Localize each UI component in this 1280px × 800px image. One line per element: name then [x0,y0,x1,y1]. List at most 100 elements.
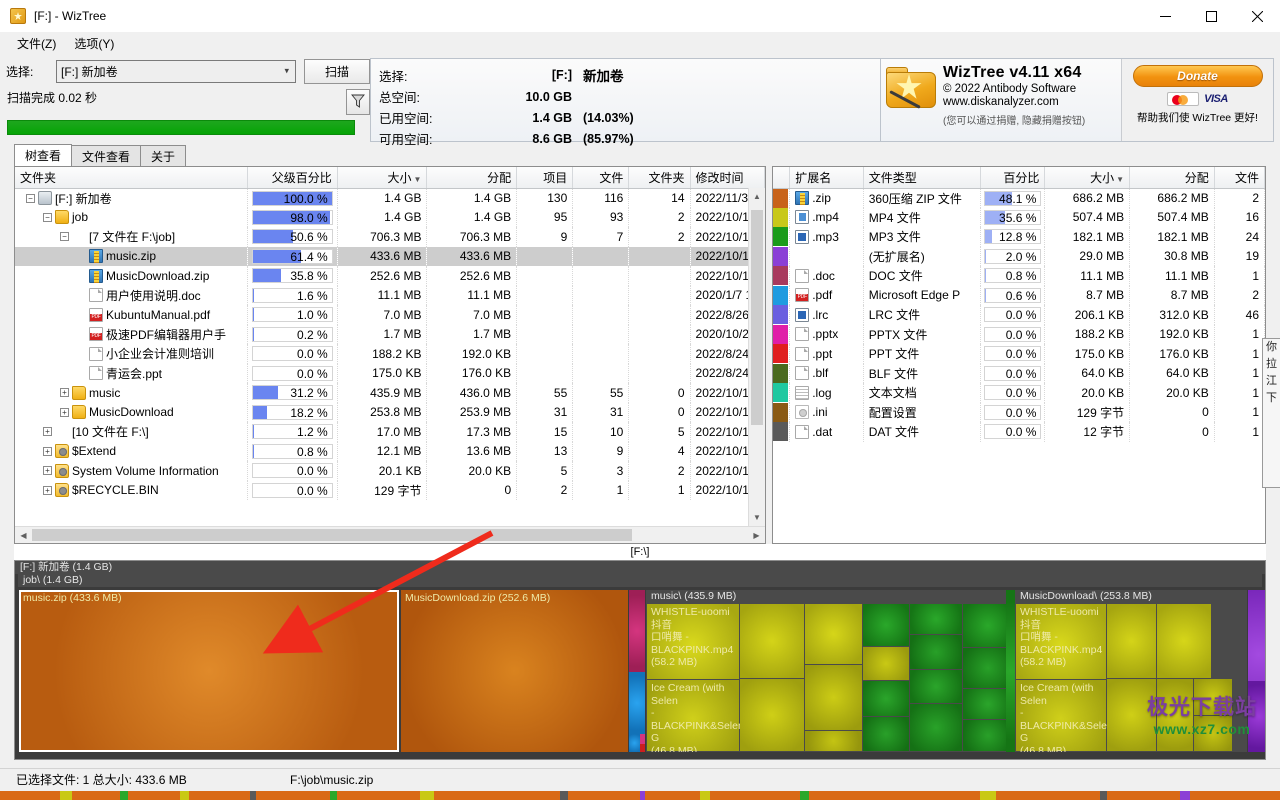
expand-toggle-icon[interactable]: + [43,485,52,495]
table-row[interactable]: 小企业会计准则培训 0.0 % 188.2 KB 192.0 KB 2022/8/24 [15,344,765,364]
expand-toggle-icon[interactable]: + [43,466,52,476]
table-row[interactable]: + MusicDownload 18.2 % 253.8 MB 253.9 MB 31 31… [15,402,765,422]
treemap-file[interactable] [863,681,909,716]
scroll-left-icon[interactable]: ◀ [15,527,32,543]
table-row[interactable]: music.zip 61.4 % 433.6 MB 433.6 MB 2022/10/1… [15,246,765,266]
table-row[interactable]: − [7 文件在 F:\job] 50.6 % 706.3 MB 706.3 MB 9 7 2… [15,227,765,247]
expand-toggle-icon[interactable]: + [60,407,69,417]
menu-item-file[interactable]: 文件(Z) [8,33,65,54]
table-row[interactable]: .log 文本文档 0.0 % 20.0 KB 20.0 KB 1 [773,383,1265,403]
treemap-file[interactable] [1194,716,1232,751]
table-row[interactable]: MusicDownload.zip 35.8 % 252.6 MB 252.6 MB 2… [15,266,765,286]
treemap-block-green-strip[interactable] [1006,590,1015,752]
col-parent-pct[interactable]: 父级百分比 [247,167,338,189]
table-row[interactable]: (无扩展名) 2.0 % 29.0 MB 30.8 MB 19 [773,246,1265,266]
tab-file-view[interactable]: 文件查看 [71,145,142,166]
tree-grid[interactable]: 文件夹 父级百分比 大小 ▼ 分配 项目 文件 文件夹 修改时间 − [F:] 新加… [14,166,766,544]
tree-row-name[interactable]: + $Extend [15,441,248,461]
table-row[interactable]: + $Extend 0.8 % 12.1 MB 13.6 MB 13 9 4 2022/10/1… [15,441,765,461]
col-ext-files[interactable]: 文件 [1214,167,1265,189]
table-row[interactable]: KubuntuManual.pdf1.0 %7.0 MB7.0 MB2022/8… [15,305,765,325]
scan-button[interactable]: 扫描 [304,58,370,84]
expand-toggle-icon[interactable]: + [43,446,52,456]
table-row[interactable]: 用户使用说明.doc 1.6 % 11.1 MB 11.1 MB 2020/1/7 1 [15,285,765,305]
table-row[interactable]: .blf BLF 文件 0.0 % 64.0 KB 64.0 KB 1 [773,363,1265,383]
col-percent[interactable]: 百分比 [980,167,1046,189]
table-row[interactable]: .pptx PPTX 文件 0.0 % 188.2 KB 192.0 KB 1 [773,324,1265,344]
collapse-toggle-icon[interactable]: − [26,193,35,203]
filter-button[interactable] [346,89,370,115]
col-folder[interactable]: 文件夹 [15,167,248,189]
col-items[interactable]: 项目 [516,167,574,189]
col-files[interactable]: 文件 [572,167,630,189]
col-ext-size[interactable]: 大小 ▼ [1044,167,1131,189]
table-row[interactable]: .zip 360压缩 ZIP 文件 48.1 % 686.2 MB 686.2 MB 2 [773,188,1265,208]
donate-button[interactable]: Donate [1132,65,1263,87]
collapse-toggle-icon[interactable]: − [43,212,52,222]
treemap-group-musicdownload[interactable]: MusicDownload\ (253.8 MB) WHISTLE-uoomi抖… [1015,590,1247,752]
treemap-file[interactable] [910,704,962,751]
table-row[interactable]: .dat DAT 文件 0.0 % 12 字节 0 1 [773,422,1265,442]
tab-tree-view[interactable]: 树查看 [14,144,73,166]
extension-grid[interactable]: 扩展名 文件类型 百分比 大小 ▼ 分配 文件 .zip 360压缩 ZIP 文件 4… [772,166,1266,544]
table-row[interactable]: + System Volume Information 0.0 % 20.1 KB 20… [15,461,765,481]
scroll-down-icon[interactable]: ▼ [749,509,765,526]
table-row[interactable]: .mp3 MP3 文件 12.8 % 182.1 MB 182.1 MB 24 [773,227,1265,247]
drive-select[interactable]: [F:] 新加卷 ▾ [56,59,296,83]
treemap-block-purple-strip-2[interactable] [1248,681,1265,752]
treemap-block-music-zip[interactable]: music.zip (433.6 MB) [19,590,399,752]
table-row[interactable]: .doc DOC 文件 0.8 % 11.1 MB 11.1 MB 1 [773,266,1265,286]
treemap-file[interactable] [805,731,862,751]
treemap-block-musicdownload-zip[interactable]: MusicDownload.zip (252.6 MB) [401,590,628,752]
treemap-file[interactable] [805,665,862,730]
about-website-link[interactable]: www.diskanalyzer.com [943,96,1121,108]
treemap-block-misc-magenta[interactable] [629,590,645,672]
col-mtime[interactable]: 修改时间 [690,167,765,189]
scroll-right-icon[interactable]: ▶ [748,527,765,543]
table-row[interactable]: − job 98.0 % 1.4 GB 1.4 GB 95 93 2 2022/10/13 [15,207,765,227]
tree-vertical-scrollbar[interactable]: ▲ ▼ [748,188,765,526]
col-ext-alloc[interactable]: 分配 [1129,167,1215,189]
col-alloc[interactable]: 分配 [426,167,518,189]
minimize-button[interactable] [1142,0,1188,32]
treemap-file[interactable] [740,604,804,678]
tree-row-name[interactable]: − [F:] 新加卷 [15,188,248,208]
treemap-file[interactable] [740,679,804,751]
table-row[interactable]: − [F:] 新加卷 100.0 % 1.4 GB 1.4 GB 130 116 14 2022… [15,188,765,208]
tree-row-name[interactable]: 青运会.ppt [15,363,248,383]
tab-about[interactable]: 关于 [140,145,187,166]
col-filetype[interactable]: 文件类型 [863,167,981,189]
tree-row-name[interactable]: + music [15,383,248,403]
treemap-block-misc-red[interactable] [640,744,645,752]
tree-row-name[interactable]: + $RECYCLE.BIN [15,480,248,500]
treemap-group-music[interactable]: music\ (435.9 MB) WHISTLE-uoomi抖音 口哨舞 - BL… [646,590,1014,752]
treemap-file[interactable] [1157,679,1193,751]
menu-item-options[interactable]: 选项(Y) [65,33,123,54]
tree-horizontal-scrollbar[interactable]: ◀ ▶ [15,526,765,543]
expand-toggle-icon[interactable]: + [60,388,69,398]
treemap-block-misc-pink[interactable] [640,734,645,744]
treemap-file[interactable] [863,717,909,751]
tree-row-name[interactable]: 极速PDF编辑器用户手 [15,324,248,344]
scroll-up-icon[interactable]: ▲ [749,188,765,205]
tree-row-name[interactable]: + [10 文件在 F:\] [15,422,248,442]
treemap-file[interactable] [1157,604,1211,678]
treemap-file-mp4-ice[interactable]: Ice Cream (with Selen - BLACKPINK&Selena G… [647,680,750,752]
treemap[interactable]: [F:] 新加卷 (1.4 GB) job\ (1.4 GB) music.zi… [14,560,1266,760]
table-row[interactable]: + music 31.2 % 435.9 MB 436.0 MB 55 55 0 2022/10… [15,383,765,403]
tree-row-name[interactable]: + MusicDownload [15,402,248,422]
table-row[interactable]: 极速PDF编辑器用户手0.2 %1.7 MB1.7 MB2020/10/28 [15,324,765,344]
treemap-file-mp4-whistle[interactable]: WHISTLE-uoomi抖音 口哨舞 - BLACKPINK.mp4 (58.2 M… [1016,604,1106,679]
treemap-file-mp4-ice[interactable]: Ice Cream (with Selen - BLACKPINK&Selena G… [1016,680,1119,752]
scroll-thumb-h[interactable] [32,529,632,541]
expand-toggle-icon[interactable]: + [43,427,52,437]
table-row[interactable]: 青运会.ppt 0.0 % 175.0 KB 176.0 KB 2022/8/24 [15,363,765,383]
tree-row-name[interactable]: KubuntuManual.pdf [15,305,248,325]
scroll-thumb[interactable] [751,210,763,425]
table-row[interactable]: .mp4 MP4 文件 35.6 % 507.4 MB 507.4 MB 16 [773,207,1265,227]
maximize-button[interactable] [1188,0,1234,32]
treemap-file[interactable] [1107,604,1156,678]
treemap-file[interactable] [805,604,862,664]
tree-row-name[interactable]: MusicDownload.zip [15,266,248,286]
treemap-file-mp4-whistle[interactable]: WHISTLE-uoomi抖音 口哨舞 - BLACKPINK.mp4 (58.2 M… [647,604,739,679]
